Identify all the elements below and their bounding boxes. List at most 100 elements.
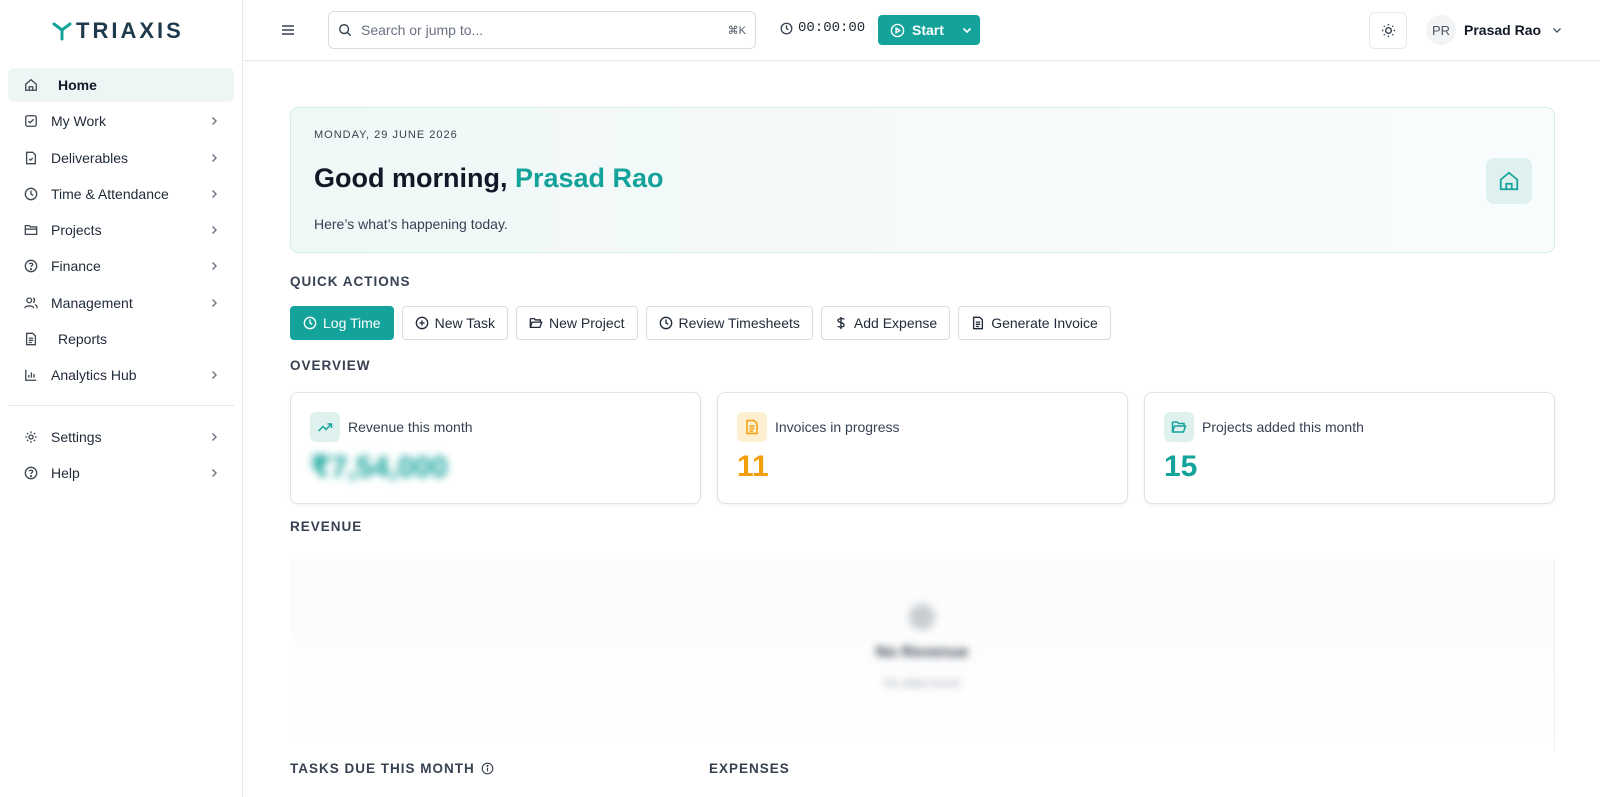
sidebar-item-label: Help [51, 465, 80, 482]
trending-up-badge [310, 412, 340, 442]
dollar-icon [837, 316, 845, 330]
folder-icon [24, 224, 38, 236]
sidebar-item-help[interactable]: Help [8, 456, 234, 490]
start-button-label: Start [912, 22, 944, 38]
empty-state-subtitle: No data found [884, 676, 960, 690]
sidebar-item-label: Analytics Hub [51, 367, 137, 383]
search-shortcut: ⌘K [727, 24, 746, 37]
invoices-card[interactable]: Invoices in progress 11 [717, 392, 1128, 504]
revenue-card-label: Revenue this month [348, 419, 473, 435]
file-text-icon [746, 419, 758, 435]
revenue-chart: No Revenue No data found [290, 559, 1555, 751]
sidebar-item-time-attendance[interactable]: Time & Attendance [8, 177, 234, 211]
review-timesheets-button[interactable]: Review Timesheets [645, 306, 813, 340]
sidebar-item-home[interactable]: Home [8, 68, 234, 102]
folder-badge [1164, 412, 1194, 442]
sidebar-item-label: Deliverables [51, 149, 129, 166]
tasks-due-heading: TASKS DUE THIS MONTH [290, 761, 494, 776]
search-box: ⌘K [328, 11, 756, 49]
generate-invoice-button[interactable]: Generate Invoice [958, 306, 1111, 340]
chevron-right-icon [212, 226, 217, 234]
sidebar-item-label: Management [51, 294, 133, 311]
chevron-right-icon [212, 153, 217, 162]
invoices-card-value: 11 [737, 450, 769, 483]
help-icon [24, 466, 38, 480]
hamburger-menu-icon[interactable] [280, 22, 296, 38]
search-input[interactable] [361, 22, 728, 38]
play-circle-icon [890, 23, 905, 37]
sidebar-item-projects[interactable]: Projects [8, 213, 234, 247]
add-expense-button[interactable]: Add Expense [820, 306, 951, 340]
review-timesheets-label: Review Timesheets [678, 315, 800, 331]
invoice-badge [737, 412, 767, 442]
info-icon[interactable] [481, 762, 494, 775]
greeting-subtitle: Here’s what’s happening today. [314, 216, 508, 232]
chevron-right-icon [212, 117, 217, 126]
sidebar-divider [8, 405, 234, 406]
home-icon [25, 78, 37, 91]
clock-icon [303, 316, 317, 330]
chevron-right-icon [212, 371, 217, 379]
chevron-down-icon[interactable] [961, 24, 973, 36]
clock-icon [24, 187, 38, 201]
welcome-banner: MONDAY, 29 JUNE 2026 Good morning, Prasa… [290, 107, 1555, 253]
sidebar-item-deliverables[interactable]: Deliverables [8, 141, 234, 175]
new-project-button[interactable]: New Project [516, 306, 638, 340]
quick-actions: Log Time New Task New Project Review Tim… [290, 306, 1111, 340]
sidebar-item-analytics-hub[interactable]: Analytics Hub [8, 358, 234, 392]
start-timer-button[interactable]: Start [878, 15, 980, 45]
user-menu[interactable]: PR Prasad Rao [1426, 15, 1563, 45]
tasks-due-title: TASKS DUE THIS MONTH [290, 761, 475, 776]
sidebar-item-label: Settings [51, 429, 102, 445]
topbar: ⌘K 00:00:00 Start PR Prasad Rao [244, 0, 1600, 61]
empty-state-icon [909, 604, 935, 630]
trending-up-icon [317, 423, 333, 432]
revenue-heading: REVENUE [290, 519, 363, 534]
sidebar-item-label: Home [58, 77, 97, 93]
current-date: MONDAY, 29 JUNE 2026 [314, 129, 458, 141]
finance-icon [24, 259, 38, 273]
bar-chart-icon [25, 369, 37, 381]
greeting-text: Good morning, [314, 163, 515, 193]
search-icon [339, 24, 352, 37]
clock-icon [780, 22, 793, 34]
sidebar-item-reports[interactable]: Reports [8, 322, 234, 356]
file-text-icon [973, 316, 984, 330]
logo[interactable]: TRIAXIS [0, 0, 242, 61]
expenses-heading: EXPENSES [709, 761, 790, 776]
projects-card[interactable]: Projects added this month 15 [1144, 392, 1555, 504]
theme-toggle-button[interactable] [1369, 12, 1407, 49]
timer: 00:00:00 [780, 20, 865, 36]
user-name: Prasad Rao [1464, 22, 1542, 38]
log-time-button[interactable]: Log Time [290, 306, 394, 340]
empty-state-title: No Revenue [875, 644, 969, 661]
projects-card-value: 15 [1164, 450, 1198, 483]
sidebar-item-finance[interactable]: Finance [8, 249, 234, 283]
clock-icon [659, 316, 672, 330]
new-task-label: New Task [434, 315, 496, 331]
sidebar-item-label: Time & Attendance [51, 185, 169, 202]
triaxis-logo-icon [52, 22, 72, 40]
home-icon [1499, 171, 1519, 191]
timer-value: 00:00:00 [798, 20, 866, 36]
sidebar-item-my-work[interactable]: My Work [8, 104, 234, 138]
new-task-button[interactable]: New Task [401, 306, 509, 340]
overview-cards: Revenue this month ₹7,54,000 Invoices in… [290, 392, 1555, 504]
checkbox-icon [25, 115, 37, 128]
home-badge [1486, 158, 1532, 204]
gear-icon [25, 431, 37, 443]
avatar: PR [1426, 15, 1456, 45]
sun-icon [1381, 23, 1395, 38]
sidebar-item-management[interactable]: Management [8, 286, 234, 320]
revenue-card[interactable]: Revenue this month ₹7,54,000 [290, 392, 701, 504]
folder-open-icon [529, 317, 543, 329]
file-check-icon [25, 151, 37, 164]
main-content: MONDAY, 29 JUNE 2026 Good morning, Prasa… [244, 62, 1600, 797]
sidebar-item-settings[interactable]: Settings [8, 420, 234, 454]
revenue-empty-state: No Revenue No data found [290, 604, 1554, 690]
sidebar-nav: Home My Work Deliverables Time & Attenda… [0, 61, 242, 490]
chevron-right-icon [212, 262, 217, 271]
chevron-right-icon [212, 189, 217, 198]
new-project-label: New Project [549, 315, 625, 331]
sidebar: TRIAXIS Home My Work Deliverables Time &… [0, 0, 243, 797]
